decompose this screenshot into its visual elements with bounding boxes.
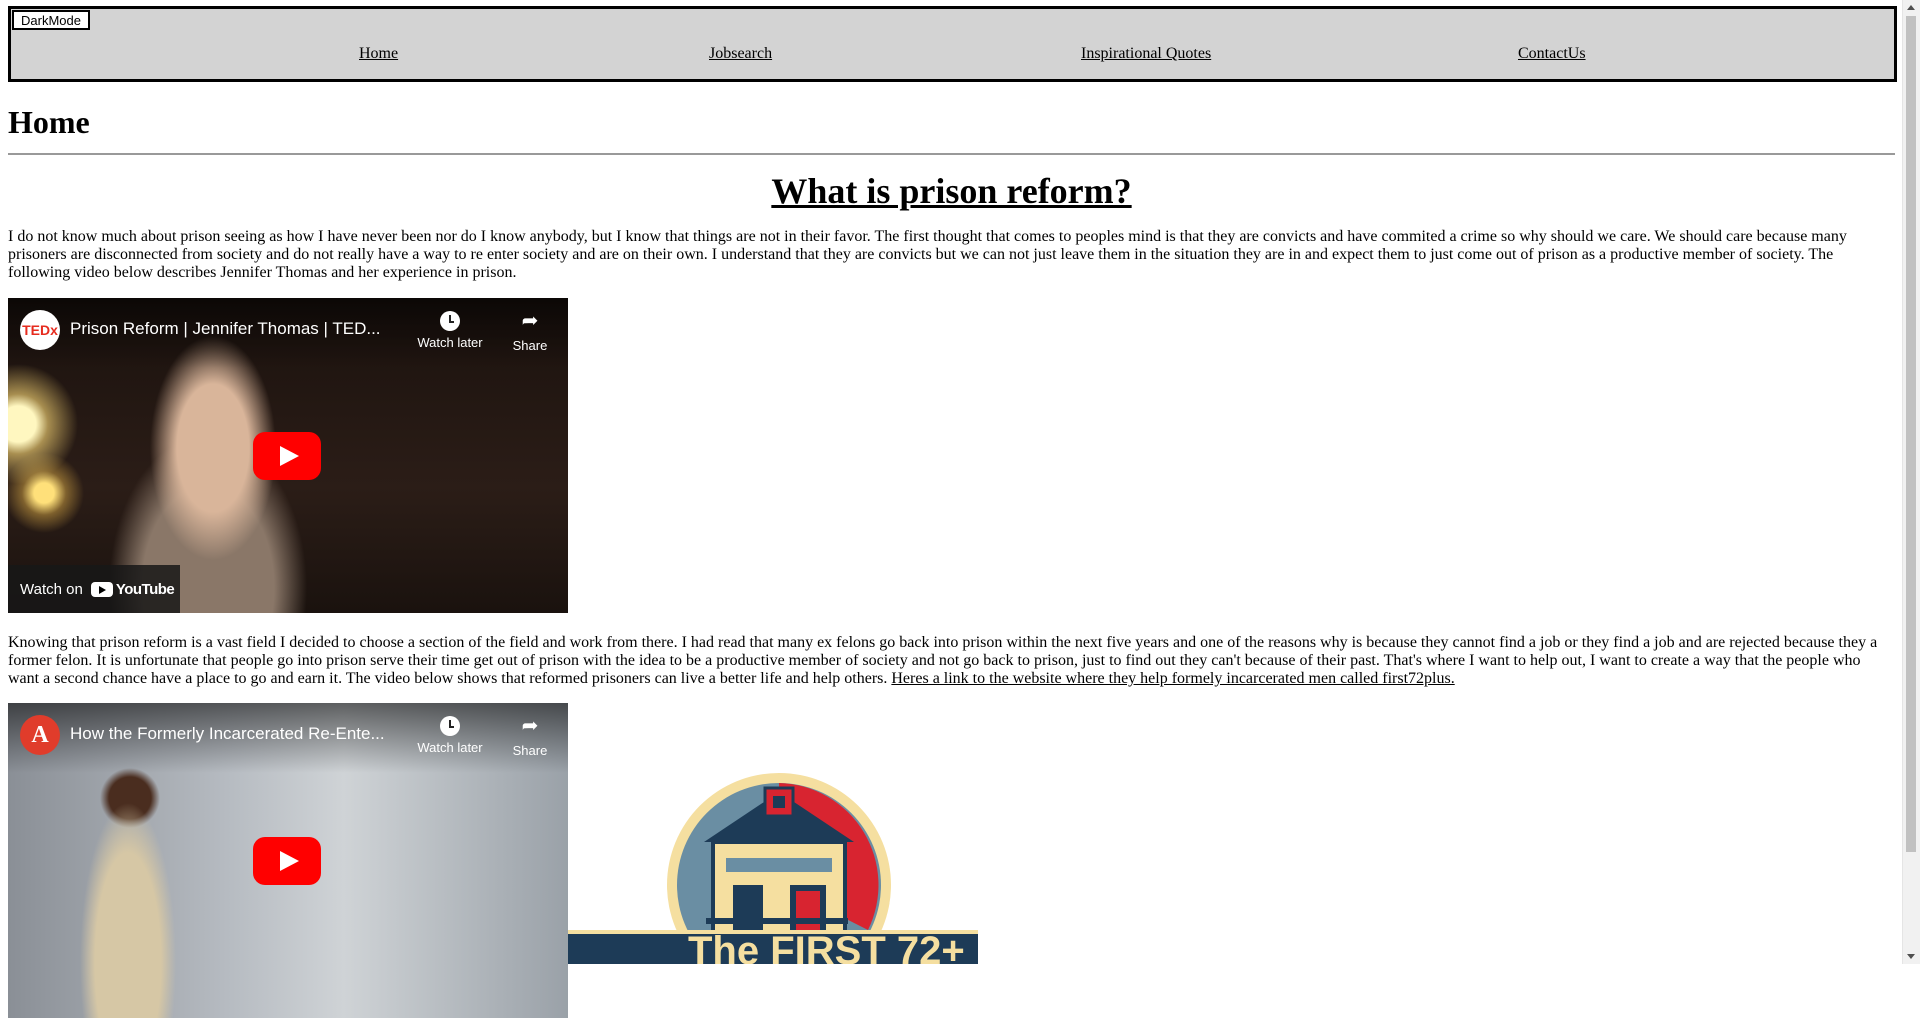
clock-icon (440, 716, 460, 736)
share-button[interactable]: ➦ Share (495, 713, 565, 758)
watch-later-label: Watch later (417, 740, 483, 755)
share-label: Share (512, 338, 548, 353)
nav-link-home[interactable]: Home (359, 45, 398, 63)
first72plus-logo: The FIRST 72+ (568, 770, 978, 964)
tedx-channel-icon[interactable]: TEDx (20, 310, 60, 350)
share-button[interactable]: ➦ Share (495, 308, 565, 353)
watch-later-label: Watch later (417, 335, 483, 350)
video-title[interactable]: Prison Reform | Jennifer Thomas | TED... (70, 319, 400, 339)
darkmode-button[interactable]: DarkMode (12, 10, 90, 30)
clock-icon (440, 311, 460, 331)
first72plus-link[interactable]: Heres a link to the website where they h… (891, 670, 1454, 687)
atlantic-channel-icon[interactable]: A (20, 715, 60, 755)
nav-link-contactus[interactable]: ContactUs (1518, 45, 1586, 63)
video-title[interactable]: How the Formerly Incarcerated Re-Ente... (70, 724, 400, 744)
top-navigation: DarkMode Home Jobsearch Inspirational Qu… (8, 6, 1897, 82)
share-icon: ➦ (521, 310, 539, 332)
vertical-scrollbar[interactable] (1902, 0, 1920, 964)
watch-later-button[interactable]: Watch later (415, 713, 485, 755)
scroll-up-icon[interactable] (1907, 5, 1915, 10)
video-embed-formerly-incarcerated[interactable]: A How the Formerly Incarcerated Re-Ente.… (8, 703, 568, 1018)
house-logo: The FIRST 72+ (568, 773, 978, 964)
watch-on-label: Watch on (20, 580, 83, 598)
section-title: What is prison reform? (771, 171, 1132, 211)
divider (8, 153, 1895, 155)
page-title: Home (8, 104, 90, 140)
share-icon: ➦ (521, 715, 539, 737)
nav-link-inspirational-quotes[interactable]: Inspirational Quotes (1081, 45, 1211, 63)
share-label: Share (512, 743, 548, 758)
scroll-down-icon[interactable] (1907, 954, 1915, 959)
intro-paragraph: I do not know much about prison seeing a… (8, 228, 1847, 281)
nav-link-jobsearch[interactable]: Jobsearch (709, 45, 772, 63)
youtube-icon: YouTube (90, 581, 175, 598)
play-icon[interactable] (253, 432, 321, 480)
watch-later-button[interactable]: Watch later (415, 308, 485, 350)
second-paragraph: Knowing that prison reform is a vast fie… (8, 634, 1888, 688)
logo-text: The FIRST 72+ (688, 929, 965, 964)
play-icon[interactable] (253, 837, 321, 885)
scroll-thumb[interactable] (1906, 16, 1916, 852)
video-embed-prison-reform[interactable]: TEDx Prison Reform | Jennifer Thomas | T… (8, 298, 568, 613)
watch-on-youtube-button[interactable]: Watch on YouTube (8, 565, 180, 613)
